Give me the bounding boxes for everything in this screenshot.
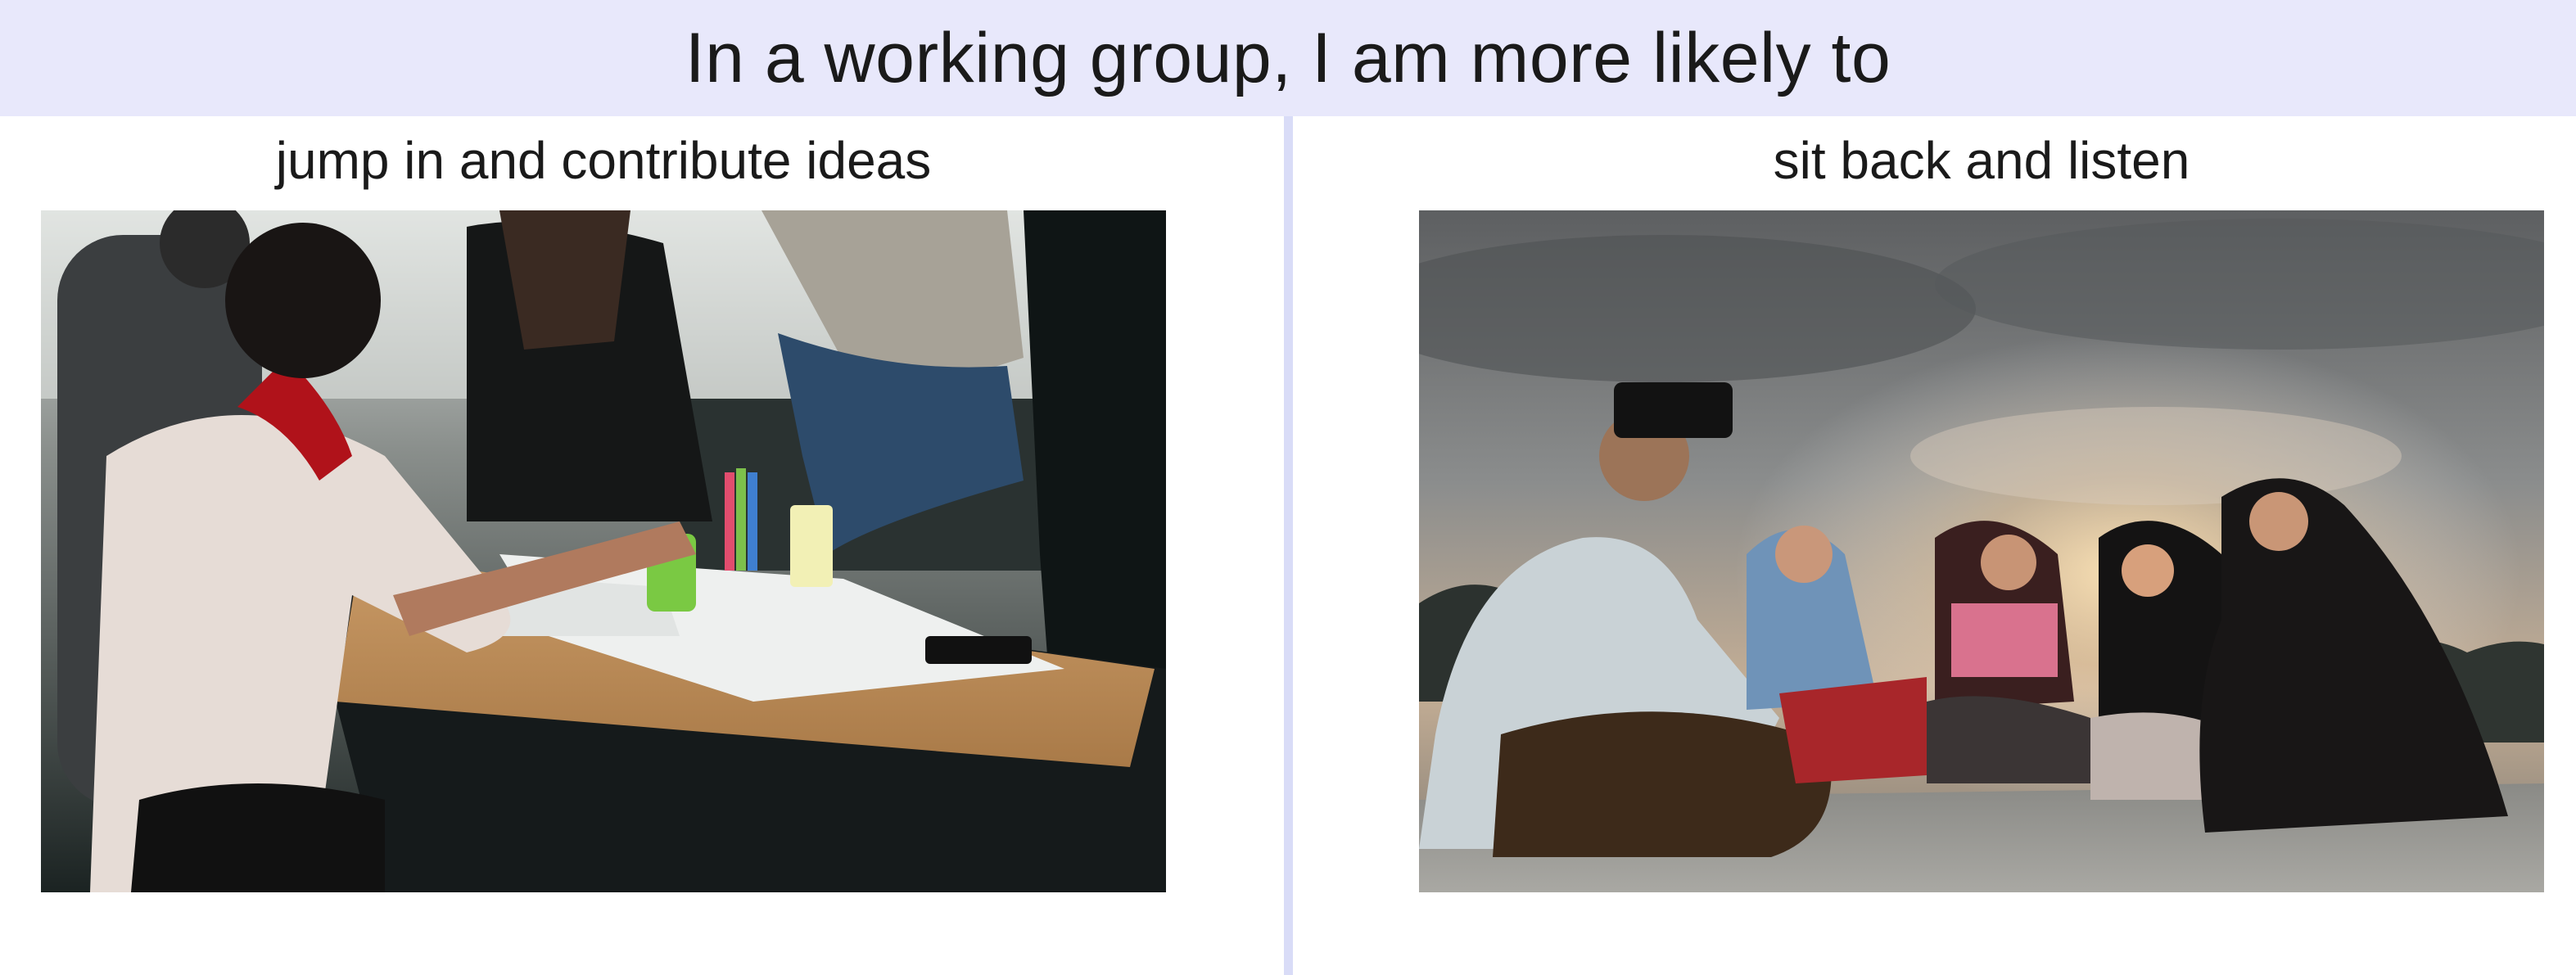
slide-title: In a working group, I am more likely to xyxy=(685,19,1891,97)
option-label-contribute[interactable]: jump in and contribute ideas xyxy=(41,134,1166,187)
column-divider xyxy=(1284,116,1293,975)
slide-header: In a working group, I am more likely to xyxy=(0,0,2576,116)
group-collaboration-photo[interactable] xyxy=(41,210,1166,892)
option-label-listen[interactable]: sit back and listen xyxy=(1419,134,2544,187)
group-listening-photo[interactable] xyxy=(1419,210,2544,892)
